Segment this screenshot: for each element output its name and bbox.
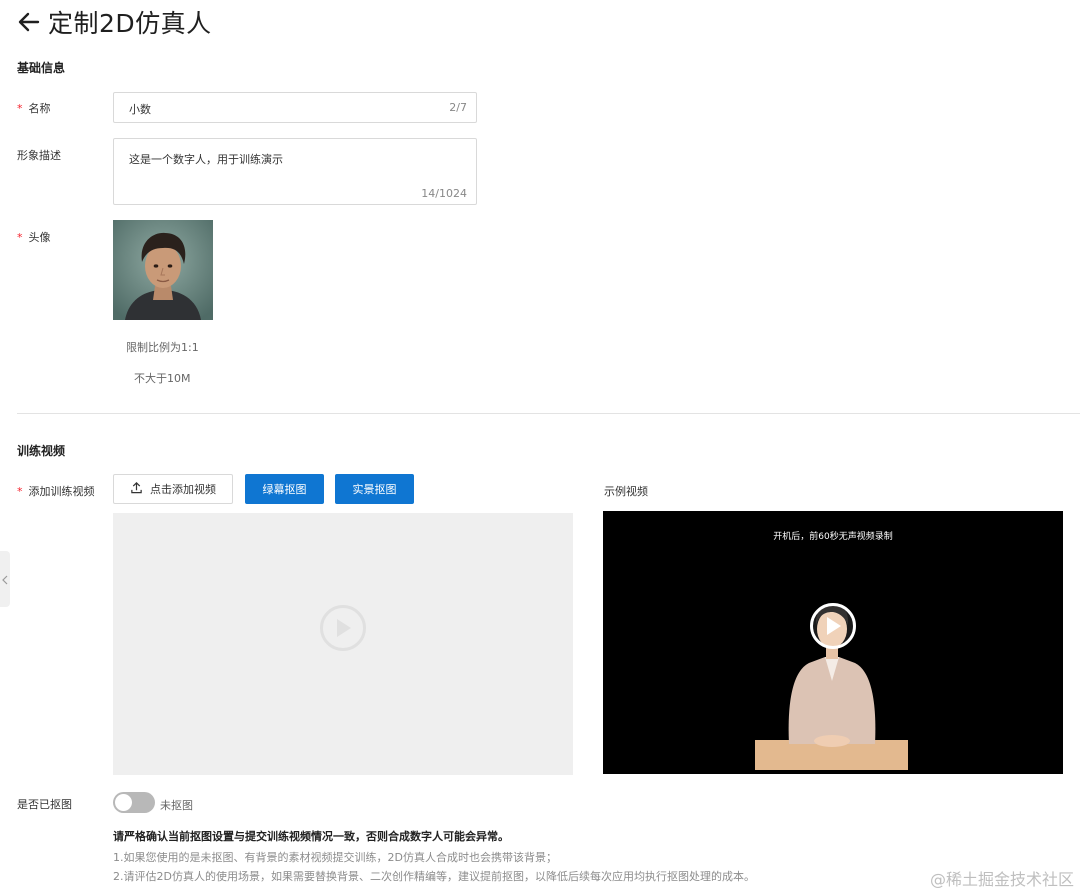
matting-toggle-text: 未抠图: [160, 799, 193, 812]
name-label: * 名称: [17, 100, 51, 116]
required-mark: *: [17, 231, 23, 244]
description-value: 这是一个数字人，用于训练演示: [129, 153, 283, 166]
green-screen-matting-button[interactable]: 绿幕抠图: [245, 474, 324, 504]
required-mark: *: [17, 485, 23, 498]
upload-video-button-label: 点击添加视频: [150, 483, 216, 496]
play-icon[interactable]: [320, 605, 366, 651]
avatar-label: * 头像: [17, 229, 51, 245]
note-line-2: 2.请评估2D仿真人的使用场景，如果需要替换背景、二次创作精编等，建议提前抠图，…: [113, 870, 755, 883]
back-arrow-icon[interactable]: [16, 9, 42, 35]
avatar-label-text: 头像: [28, 231, 51, 244]
add-training-video-label-text: 添加训练视频: [28, 485, 95, 498]
add-training-video-label: * 添加训练视频: [17, 483, 95, 499]
sample-video-label: 示例视频: [604, 485, 648, 498]
toggle-knob: [115, 794, 132, 811]
sidebar-collapse-tab[interactable]: [0, 551, 10, 607]
note-line-1: 1.如果您使用的是未抠图、有背景的素材视频提交训练，2D仿真人合成时也会携带该背…: [113, 851, 557, 864]
real-scene-matting-button[interactable]: 实景抠图: [335, 474, 414, 504]
page-header: 定制2D仿真人: [16, 4, 212, 40]
page-title: 定制2D仿真人: [48, 9, 212, 38]
name-label-text: 名称: [28, 102, 51, 115]
description-label: 形象描述: [17, 149, 61, 162]
description-char-counter: 14/1024: [421, 187, 467, 200]
training-video-section-title: 训练视频: [17, 444, 66, 458]
watermark: @稀土掘金技术社区: [929, 870, 1074, 889]
matting-label: 是否已抠图: [17, 798, 72, 811]
name-input[interactable]: 小数 2/7: [113, 92, 477, 123]
upload-video-button[interactable]: 点击添加视频: [113, 474, 233, 504]
matting-warning: 请严格确认当前抠图设置与提交训练视频情况一致，否则合成数字人可能会异常。: [113, 830, 509, 843]
training-video-player[interactable]: [113, 513, 573, 775]
sample-video-player[interactable]: 开机后，前60秒无声视频录制: [603, 511, 1063, 774]
avatar-size-hint: 不大于10M: [134, 372, 191, 385]
required-mark: *: [17, 102, 23, 115]
matting-toggle[interactable]: [113, 792, 155, 813]
basic-info-section-title: 基础信息: [17, 61, 66, 75]
description-textarea[interactable]: 这是一个数字人，用于训练演示 14/1024: [113, 138, 477, 205]
avatar-image[interactable]: [113, 220, 213, 320]
chevron-left-icon: [2, 570, 8, 589]
section-divider: [17, 413, 1080, 414]
play-icon[interactable]: [810, 603, 856, 649]
name-char-counter: 2/7: [449, 101, 467, 114]
upload-icon: [130, 481, 143, 497]
name-input-value: 小数: [129, 103, 151, 116]
avatar-ratio-hint: 限制比例为1:1: [126, 341, 199, 354]
